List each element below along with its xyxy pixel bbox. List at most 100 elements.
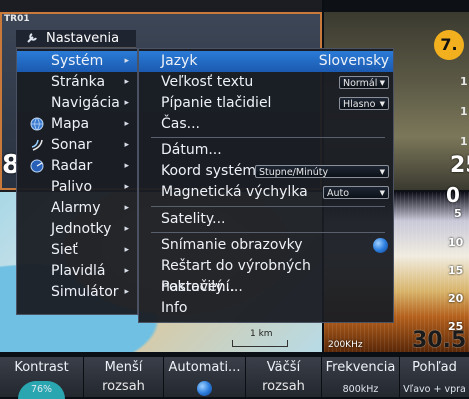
datum-label: Dátum... — [161, 142, 222, 158]
menu-item-label: Palivo — [51, 179, 93, 195]
sonar-top-big-number: 25 — [450, 153, 469, 178]
screenshot-label: Snímanie obrazovky — [161, 237, 303, 253]
menu-item-label: Jednotky — [51, 221, 112, 237]
settings-main-menu[interactable]: Systém ▸ Stránka ▸ Navigácia ▸ Mapa ▸ So… — [16, 48, 138, 315]
sonar-surface-depth: 0 — [446, 183, 460, 207]
auto-range-label: Automati... — [168, 360, 241, 375]
range-increase-sublabel: rozsah — [262, 379, 305, 394]
coord-system-option[interactable]: Koord systém Stupne/Minúty ▼ — [139, 161, 393, 182]
text-size-option[interactable]: Veľkosť textu Normál ▼ — [139, 72, 393, 93]
scale-label: 1 km — [250, 329, 273, 339]
wrench-icon — [26, 32, 38, 44]
magnetic-variation-label: Magnetická výchylka — [161, 184, 308, 200]
current-depth-readout: 30.5 — [412, 328, 467, 352]
menu-item-navigation[interactable]: Navigácia ▸ — [17, 93, 137, 114]
menu-item-label: Simulátor — [51, 284, 119, 300]
settings-title-bar: Nastavenia — [16, 30, 136, 48]
settings-title: Nastavenia — [46, 31, 120, 46]
view-value: Vľavo + vpra — [403, 384, 466, 395]
range-decrease-button[interactable]: Menší rozsah — [84, 357, 164, 397]
chevron-down-icon: ▼ — [379, 100, 385, 108]
advanced-label: Pokročilý... — [161, 279, 235, 295]
chevron-right-icon: ▸ — [124, 77, 129, 87]
info-option[interactable]: Info — [139, 298, 393, 319]
menu-item-system[interactable]: Systém ▸ — [17, 51, 137, 72]
auto-range-button[interactable]: Automati... — [164, 357, 246, 397]
menu-item-label: Radar — [51, 158, 93, 174]
scale-bar — [232, 340, 288, 347]
satellites-option[interactable]: Satelity... — [139, 209, 393, 230]
screenshot-toggle[interactable] — [373, 238, 388, 253]
menu-item-units[interactable]: Jednotky ▸ — [17, 219, 137, 240]
menu-item-simulator[interactable]: Simulátor ▸ — [17, 282, 137, 303]
key-beep-option[interactable]: Pípanie tlačidiel Hlasno ▼ — [139, 93, 393, 114]
coord-system-label: Koord systém — [161, 163, 257, 179]
menu-item-alarms[interactable]: Alarmy ▸ — [17, 198, 137, 219]
menu-item-label: Sonar — [51, 137, 92, 153]
text-size-select[interactable]: Normál ▼ — [339, 76, 389, 89]
chart-header-label: TR01 — [4, 14, 30, 24]
globe-icon — [30, 117, 44, 131]
auto-range-toggle[interactable] — [197, 381, 212, 396]
menu-item-label: Systém — [51, 53, 104, 69]
language-value: Slovensky — [318, 53, 389, 69]
chevron-down-icon: ▼ — [379, 79, 385, 87]
coord-system-select[interactable]: Stupne/Minúty ▼ — [255, 165, 389, 178]
magnetic-variation-select[interactable]: Auto ▼ — [323, 186, 389, 199]
key-beep-select[interactable]: Hlasno ▼ — [339, 97, 389, 110]
depth-tick: 5 — [454, 207, 462, 220]
magnetic-variation-value: Auto — [327, 188, 350, 199]
range-decrease-label: Menší — [104, 360, 143, 375]
factory-reset-option[interactable]: Reštart do výrobných nastavení... — [139, 256, 393, 295]
menu-item-label: Plavidlá — [51, 263, 106, 279]
system-submenu[interactable]: Jazyk Slovensky Veľkosť textu Normál ▼ P… — [138, 48, 394, 323]
menu-item-page[interactable]: Stránka ▸ — [17, 72, 137, 93]
menu-item-label: Stránka — [51, 74, 106, 90]
contrast-button[interactable]: Kontrast 76% — [0, 357, 84, 399]
menu-item-label: Sieť — [51, 242, 78, 258]
menu-item-fuel[interactable]: Palivo ▸ — [17, 177, 137, 198]
menu-item-map[interactable]: Mapa ▸ — [17, 114, 137, 135]
view-label: Pohľad — [412, 360, 457, 375]
frequency-button[interactable]: Frekvencia 800kHz — [322, 357, 400, 397]
info-label: Info — [161, 300, 188, 316]
sonar-icon — [30, 138, 44, 152]
time-option[interactable]: Čas... — [139, 114, 393, 135]
menu-item-network[interactable]: Sieť ▸ — [17, 240, 137, 261]
coord-system-value: Stupne/Minúty — [259, 167, 329, 178]
range-increase-button[interactable]: Väčší rozsah — [246, 357, 322, 397]
sonar-top-digit: 1 — [460, 135, 468, 148]
sonar-top-digit: 1 — [460, 105, 468, 118]
range-decrease-sublabel: rozsah — [102, 379, 145, 394]
menu-item-vessels[interactable]: Plavidlá ▸ — [17, 261, 137, 282]
advanced-option[interactable]: Pokročilý... — [139, 277, 393, 298]
chevron-right-icon: ▸ — [124, 203, 129, 213]
menu-item-radar[interactable]: Radar ▸ — [17, 156, 137, 177]
divider — [151, 232, 385, 233]
menu-item-sonar[interactable]: Sonar ▸ — [17, 135, 137, 156]
depth-tick: 15 — [448, 264, 464, 277]
bottom-toolbar: Kontrast 76% Menší rozsah Automati... Vä… — [0, 357, 469, 399]
datum-option[interactable]: Dátum... — [139, 140, 393, 161]
sonar-top-digit: 1 — [460, 75, 468, 88]
depth-tick: 10 — [448, 236, 464, 249]
magnetic-variation-option[interactable]: Magnetická výchylka Auto ▼ — [139, 182, 393, 203]
view-button[interactable]: Pohľad Vľavo + vpra — [400, 357, 469, 397]
depth-tick: 20 — [448, 292, 464, 305]
chevron-right-icon: ▸ — [124, 140, 129, 150]
menu-item-label: Alarmy — [51, 200, 101, 216]
language-option[interactable]: Jazyk Slovensky — [139, 51, 393, 72]
chevron-right-icon: ▸ — [124, 119, 129, 129]
screenshot-option[interactable]: Snímanie obrazovky — [139, 235, 393, 256]
radar-icon — [30, 159, 44, 173]
chevron-right-icon: ▸ — [124, 245, 129, 255]
chevron-right-icon: ▸ — [124, 56, 129, 66]
text-size-label: Veľkosť textu — [161, 74, 254, 90]
chevron-right-icon: ▸ — [124, 161, 129, 171]
frequency-value: 800kHz — [342, 384, 379, 395]
divider — [151, 206, 385, 207]
chevron-right-icon: ▸ — [124, 224, 129, 234]
chevron-right-icon: ▸ — [124, 98, 129, 108]
divider — [151, 137, 385, 138]
satellites-label: Satelity... — [161, 211, 226, 227]
